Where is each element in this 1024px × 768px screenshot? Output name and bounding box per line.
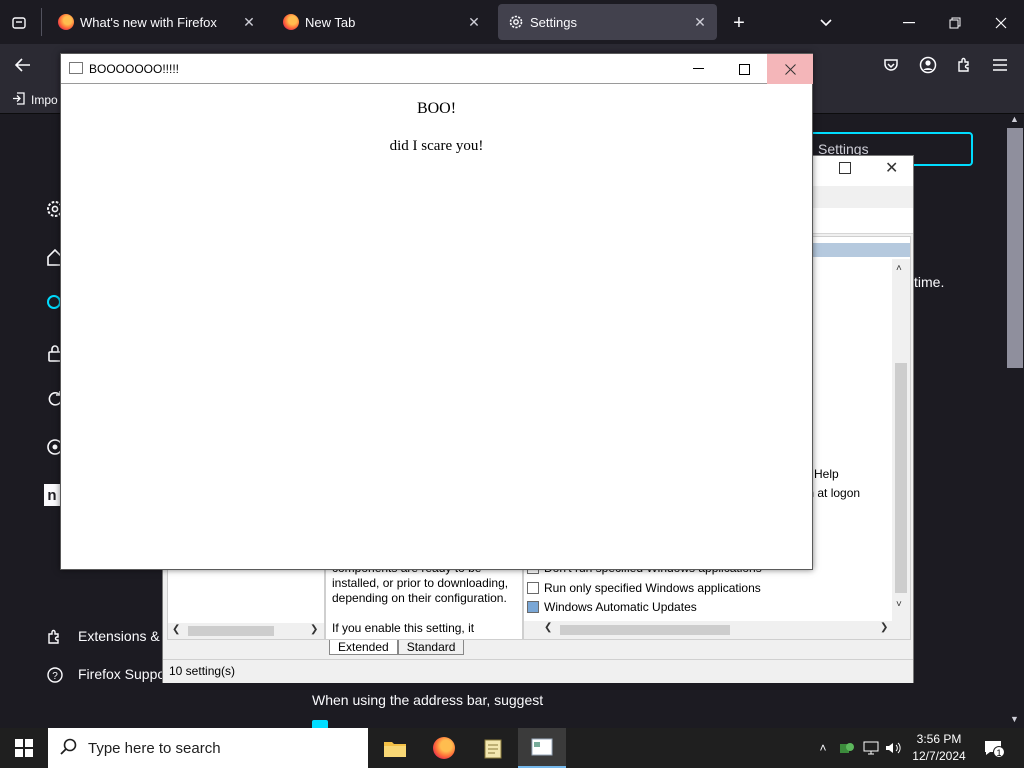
security-tray-icon[interactable] bbox=[838, 738, 856, 758]
gpe-description-pane: components are ready to be installed, or… bbox=[325, 566, 523, 640]
firefox-icon bbox=[58, 14, 74, 30]
windows-logo-icon bbox=[15, 739, 33, 757]
file-explorer-icon[interactable] bbox=[371, 728, 419, 768]
tab-standard[interactable]: Standard bbox=[397, 640, 465, 655]
description-line bbox=[332, 606, 516, 621]
separator bbox=[41, 8, 42, 36]
sidebar-item-support[interactable]: Firefox Suppo bbox=[78, 666, 165, 682]
settings-count: 10 setting(s) bbox=[169, 664, 236, 678]
browsing-history-checkbox[interactable] bbox=[312, 720, 328, 728]
hamburger-menu-icon[interactable] bbox=[989, 54, 1011, 76]
search-icon bbox=[60, 738, 78, 760]
import-label: Impo bbox=[31, 93, 58, 107]
show-hidden-icons-icon[interactable]: ˄ bbox=[814, 738, 832, 758]
notification-center-icon[interactable]: 1 bbox=[980, 736, 1006, 760]
boo-app-taskbar-icon[interactable] bbox=[518, 728, 566, 768]
gpe-status-bar: 10 setting(s) bbox=[163, 659, 913, 683]
notification-count-badge: 1 bbox=[993, 746, 1005, 758]
minimize-icon[interactable] bbox=[898, 12, 920, 34]
scrollbar-thumb[interactable] bbox=[188, 626, 274, 636]
description-line: If you enable this setting, it bbox=[332, 621, 475, 635]
tab-extended[interactable]: Extended bbox=[329, 640, 398, 655]
pocket-icon[interactable] bbox=[880, 54, 902, 76]
view-tabs: Extended Standard bbox=[329, 640, 465, 655]
gear-icon bbox=[508, 14, 524, 30]
dialog-content: BOO! did I scare you! bbox=[61, 84, 812, 569]
tab-label: Settings bbox=[530, 14, 577, 30]
import-icon bbox=[12, 92, 25, 108]
firefox-icon bbox=[283, 14, 299, 30]
list-all-tabs-icon[interactable] bbox=[8, 12, 30, 34]
tab-label: New Tab bbox=[305, 14, 356, 30]
scroll-right-icon[interactable]: ❯ bbox=[310, 624, 318, 635]
scroll-left-icon[interactable]: ❮ bbox=[172, 624, 180, 635]
scroll-left-icon[interactable]: ❮ bbox=[544, 622, 552, 633]
taskbar-clock[interactable]: 3:56 PM 12/7/2024 bbox=[906, 731, 972, 765]
help-icon[interactable]: ? bbox=[44, 664, 66, 686]
list-item[interactable]: Run only specified Windows applications bbox=[527, 581, 761, 595]
maximize-button[interactable] bbox=[721, 54, 767, 84]
tab-whats-new[interactable]: What's new with Firefox ✕ bbox=[48, 4, 266, 40]
account-icon[interactable] bbox=[917, 54, 939, 76]
close-icon[interactable]: ✕ bbox=[885, 158, 898, 178]
close-tab-icon[interactable]: ✕ bbox=[691, 13, 709, 31]
notepad-icon[interactable] bbox=[469, 728, 517, 768]
scrollbar-thumb[interactable] bbox=[895, 363, 907, 593]
volume-icon[interactable] bbox=[884, 738, 902, 758]
svg-text:?: ? bbox=[52, 671, 58, 682]
new-tab-plus-icon[interactable]: + bbox=[728, 12, 750, 34]
app-window-icon bbox=[69, 62, 83, 74]
horizontal-scrollbar[interactable]: ❮ ❯ bbox=[524, 621, 910, 639]
extensions-puzzle-icon[interactable] bbox=[953, 54, 975, 76]
gpe-tree-pane[interactable]: ❮ ❯ bbox=[167, 566, 325, 640]
start-button[interactable] bbox=[0, 728, 48, 768]
scroll-right-icon[interactable]: ❯ bbox=[880, 622, 888, 633]
clock-time: 3:56 PM bbox=[916, 732, 962, 746]
close-tab-icon[interactable]: ✕ bbox=[465, 13, 483, 31]
close-window-icon[interactable] bbox=[990, 12, 1012, 34]
search-placeholder: Type here to search bbox=[88, 739, 221, 757]
mozilla-n-icon[interactable]: n bbox=[44, 484, 60, 506]
import-bookmarks-item[interactable]: Impo bbox=[12, 92, 58, 108]
policy-folder-icon bbox=[527, 601, 539, 613]
back-arrow-icon[interactable] bbox=[12, 54, 34, 76]
sidebar-item-extensions[interactable]: Extensions & bbox=[78, 628, 160, 644]
taskbar-search-box[interactable]: Type here to search bbox=[48, 728, 368, 768]
dialog-message: did I scare you! bbox=[389, 138, 484, 154]
boo-dialog: BOOOOOOO!!!!! BOO! did I scare you! bbox=[60, 53, 813, 570]
chevron-down-icon[interactable] bbox=[815, 12, 837, 34]
scroll-down-icon[interactable]: ˅ bbox=[896, 599, 902, 610]
minimize-button[interactable] bbox=[675, 54, 721, 84]
windows-taskbar: Type here to search ˄ 3:56 PM 12/7/2024 … bbox=[0, 728, 1024, 768]
policy-setting-icon bbox=[527, 582, 539, 594]
firefox-taskbar-icon[interactable] bbox=[420, 728, 468, 768]
maximize-icon[interactable] bbox=[839, 162, 851, 174]
clock-date: 12/7/2024 bbox=[912, 749, 966, 763]
address-bar-heading: When using the address bar, suggest bbox=[312, 692, 544, 708]
tab-strip: What's new with Firefox ✕ New Tab ✕ Sett… bbox=[0, 0, 1024, 44]
horizontal-scrollbar[interactable]: ❮ ❯ bbox=[168, 623, 324, 639]
scroll-up-arrow-icon[interactable]: ▲ bbox=[1010, 114, 1019, 124]
settings-partial-text: time. bbox=[914, 274, 945, 290]
vertical-scrollbar[interactable]: ˄ ˅ bbox=[892, 259, 910, 621]
dialog-titlebar[interactable]: BOOOOOOO!!!!! bbox=[61, 54, 813, 84]
close-tab-icon[interactable]: ✕ bbox=[240, 13, 258, 31]
dialog-heading: BOO! bbox=[416, 100, 457, 117]
network-icon[interactable] bbox=[862, 738, 880, 758]
dialog-title: BOOOOOOO!!!!! bbox=[89, 62, 180, 76]
description-line: depending on their configuration. bbox=[332, 591, 507, 605]
scrollbar-thumb[interactable] bbox=[1007, 128, 1023, 368]
close-button[interactable] bbox=[767, 54, 813, 84]
scroll-up-icon[interactable]: ˄ bbox=[896, 263, 902, 274]
page-scrollbar[interactable]: ▲ ▼ bbox=[1006, 114, 1024, 728]
puzzle-icon[interactable] bbox=[44, 626, 66, 648]
scrollbar-thumb[interactable] bbox=[560, 625, 730, 635]
tab-new-tab[interactable]: New Tab ✕ bbox=[273, 4, 491, 40]
restore-icon[interactable] bbox=[944, 12, 966, 34]
tab-settings[interactable]: Settings ✕ bbox=[498, 4, 717, 40]
list-item[interactable]: Windows Automatic Updates bbox=[527, 600, 697, 614]
scroll-down-arrow-icon[interactable]: ▼ bbox=[1010, 714, 1019, 724]
description-line: installed, or prior to downloading, bbox=[332, 576, 509, 590]
tab-label: What's new with Firefox bbox=[80, 14, 217, 30]
